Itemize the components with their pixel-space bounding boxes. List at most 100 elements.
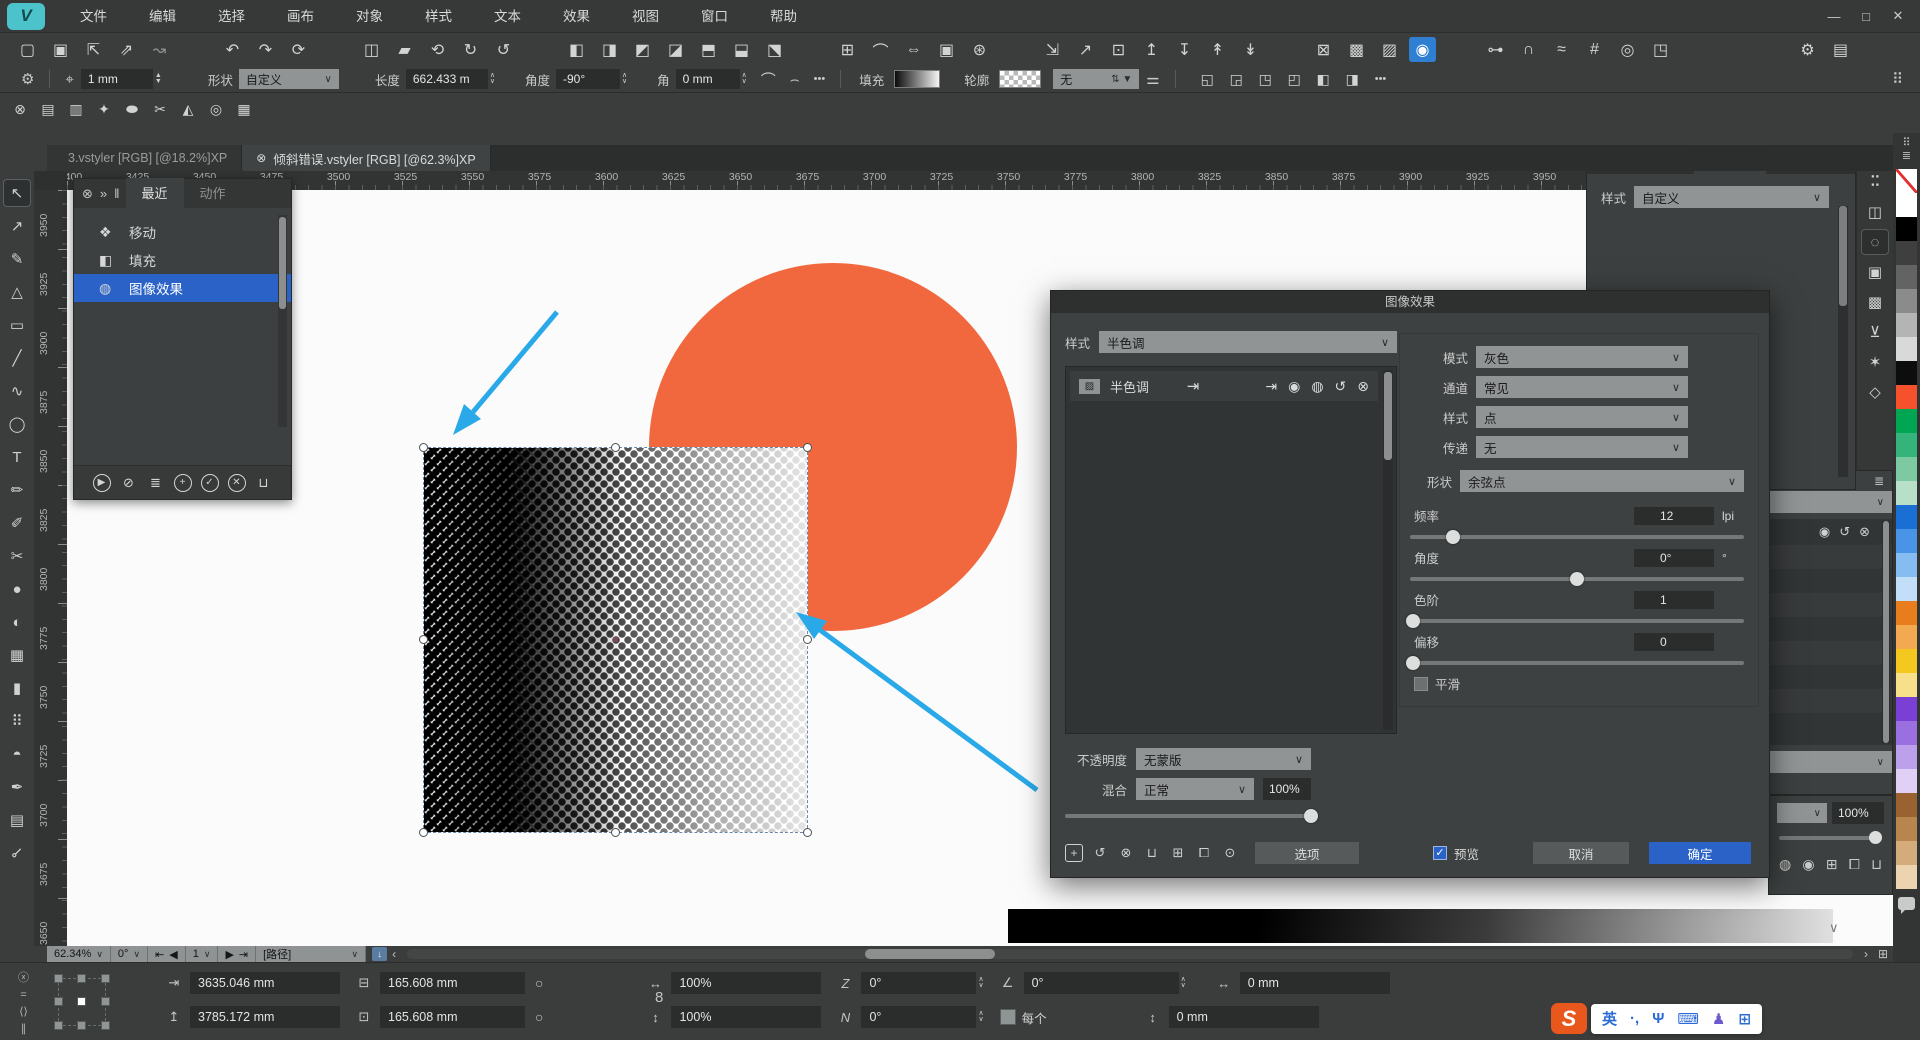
separator[interactable] xyxy=(794,37,828,62)
magnet-icon[interactable]: ∩ xyxy=(1515,37,1542,62)
stroke-swatch[interactable] xyxy=(999,70,1041,88)
swatch-list-icon[interactable]: ≣ xyxy=(1902,150,1911,162)
effect-remove-icon[interactable]: ⊗ xyxy=(1357,378,1369,395)
open-document-icon[interactable]: ▣ xyxy=(47,37,74,62)
ime-mode-icon[interactable]: Ψ xyxy=(1652,1010,1664,1027)
boolean-union-icon[interactable]: ◧ xyxy=(563,37,590,62)
isolate-icon[interactable]: ⊡ xyxy=(1105,37,1132,62)
boolean-exclude-icon[interactable]: ◪ xyxy=(662,37,689,62)
page-nav-last[interactable]: ▶⇥ xyxy=(218,946,256,962)
close-button[interactable]: ✕ xyxy=(1882,3,1914,29)
panel-right-icon[interactable]: ▥ xyxy=(64,97,88,121)
snap-bounds-icon[interactable]: ◳ xyxy=(1647,37,1674,62)
color-swatch[interactable] xyxy=(1896,793,1917,817)
separator[interactable] xyxy=(999,37,1033,62)
chevron-down-icon[interactable]: ∨ xyxy=(1829,920,1839,936)
transform-anchor-widget[interactable] xyxy=(58,978,106,1026)
panel-menu-icon[interactable]: ≣ xyxy=(1874,474,1884,488)
skew-y-stepper[interactable]: ∧∨ xyxy=(978,1011,983,1023)
x-position-field[interactable]: 3635.046 mm xyxy=(190,972,340,994)
tool-lasso[interactable]: △ xyxy=(4,279,30,305)
separator[interactable] xyxy=(1442,37,1476,62)
arc-kind-icon[interactable]: ⌢ xyxy=(790,71,800,88)
tool-ellipse[interactable]: ◯ xyxy=(4,411,30,437)
hatch-fill-icon[interactable]: ▨ xyxy=(1376,37,1403,62)
selection-handle[interactable] xyxy=(611,828,620,837)
color-swatch[interactable] xyxy=(1896,841,1917,865)
menu-item[interactable]: 效果 xyxy=(542,0,611,33)
layer-copy-icon[interactable]: ⧠ xyxy=(1849,856,1860,873)
tool-pencil[interactable]: ✏ xyxy=(4,477,30,503)
nudge-stepper[interactable]: ▲▼ xyxy=(155,73,162,85)
dock-scrollbar[interactable] xyxy=(1838,206,1848,477)
color-swatch[interactable] xyxy=(1896,769,1917,793)
color-swatch[interactable] xyxy=(1896,385,1917,409)
boolean-divide-icon[interactable]: ⬒ xyxy=(695,37,722,62)
zoom-level-select[interactable]: 62.34%∨ xyxy=(47,946,111,962)
gradient-strip-object[interactable] xyxy=(1008,909,1833,943)
appearance-remove-icon[interactable]: ⊗ xyxy=(1859,524,1870,540)
appearance-row[interactable] xyxy=(1769,713,1892,737)
boolean-trim-icon[interactable]: ⬓ xyxy=(728,37,755,62)
color-swatch[interactable] xyxy=(1896,577,1917,601)
scale-icon[interactable]: ⇔ xyxy=(900,37,927,62)
layer-visible-icon[interactable]: ◉ xyxy=(1802,856,1814,873)
effect-visible-icon[interactable]: ◉ xyxy=(1288,378,1300,395)
blend-fill-icon[interactable]: ◍ xyxy=(1779,856,1791,873)
tool-text[interactable]: T xyxy=(4,444,30,470)
rotate-ccw-icon[interactable]: ↺ xyxy=(490,37,517,62)
document-tab[interactable]: 3.vstyler [RGB] [@18.2%]XP xyxy=(47,145,242,171)
image-presets-icon[interactable]: ▣ xyxy=(1862,260,1888,284)
panel-expand-icon[interactable]: » xyxy=(100,186,107,201)
parameter-slider[interactable] xyxy=(1410,661,1744,665)
menu-item[interactable]: 窗口 xyxy=(680,0,749,33)
y-position-field[interactable]: 3785.172 mm xyxy=(190,1006,340,1028)
blend-opacity-slider[interactable] xyxy=(1065,814,1311,818)
lower-icon[interactable]: ↡ xyxy=(1237,37,1264,62)
accept-action-icon[interactable]: ✓ xyxy=(201,474,219,492)
corner-input[interactable]: 0 mm xyxy=(676,69,740,89)
slider-value-field[interactable]: 1 xyxy=(1634,591,1714,609)
options-button[interactable]: 选项 xyxy=(1255,842,1359,864)
scroll-left-icon[interactable]: ‹ xyxy=(392,947,396,961)
clip-mask-icon[interactable]: ⊠ xyxy=(1310,37,1337,62)
app-logo[interactable]: V xyxy=(7,3,45,30)
color-swatch[interactable] xyxy=(1896,865,1917,889)
shear-icon[interactable]: ▰ xyxy=(391,37,418,62)
offset-y-field[interactable]: 0 mm xyxy=(1169,1006,1319,1028)
length-input[interactable]: 662.433 m xyxy=(406,69,488,89)
skew-x-field[interactable]: 0° xyxy=(861,972,976,994)
style-presets-icon[interactable]: ⊻ xyxy=(1862,320,1888,344)
canvas-rotation-select[interactable]: 0°∨ xyxy=(111,946,148,962)
effects-list-scrollbar[interactable] xyxy=(1383,370,1393,730)
nudge-input[interactable]: 1 mm xyxy=(81,69,153,89)
download-icon[interactable]: ↓ xyxy=(372,947,387,961)
cancel-button[interactable]: 取消 xyxy=(1533,842,1629,864)
appearance-bottom-select[interactable]: ∨ xyxy=(1769,751,1892,773)
selection-center-handle[interactable] xyxy=(613,637,618,642)
status-code-icon[interactable]: ⟨⟩ xyxy=(19,1005,28,1018)
align-left-icon[interactable]: ◱ xyxy=(1194,67,1221,92)
apply-effect-icon[interactable]: ⇥ xyxy=(1187,377,1200,395)
smooth-checkbox[interactable] xyxy=(1414,677,1428,691)
menu-item[interactable]: 视图 xyxy=(611,0,680,33)
stroke-options-icon[interactable]: ⚌ xyxy=(1146,70,1159,88)
grid-tool-icon[interactable]: ▦ xyxy=(232,97,256,121)
effects-wand-icon[interactable]: ✶ xyxy=(1862,350,1888,374)
color-swatch[interactable] xyxy=(1896,361,1917,385)
appearance-reset-icon[interactable]: ↺ xyxy=(1839,524,1850,540)
grid-handle-icon[interactable]: ⠿ xyxy=(1892,70,1903,88)
color-swatch[interactable] xyxy=(1896,529,1917,553)
color-swatch[interactable] xyxy=(1896,817,1917,841)
grid-presets-icon[interactable]: ⠭ xyxy=(1862,170,1888,194)
color-swatch[interactable] xyxy=(1896,457,1917,481)
corner-stepper[interactable]: ∧∨ xyxy=(742,73,747,85)
ime-logo[interactable]: S xyxy=(1551,1003,1587,1034)
ime-mode-icon[interactable]: ♟ xyxy=(1712,1010,1725,1028)
print-icon[interactable]: ▤ xyxy=(1827,37,1854,62)
opacity-select[interactable]: 无蒙版∨ xyxy=(1136,748,1311,770)
duplicate-plus-icon[interactable]: ⊞ xyxy=(1169,844,1187,862)
selection-handle[interactable] xyxy=(803,443,812,452)
page-nav-next[interactable]: ⇥ xyxy=(239,948,248,961)
tool-brush[interactable]: ✐ xyxy=(4,510,30,536)
